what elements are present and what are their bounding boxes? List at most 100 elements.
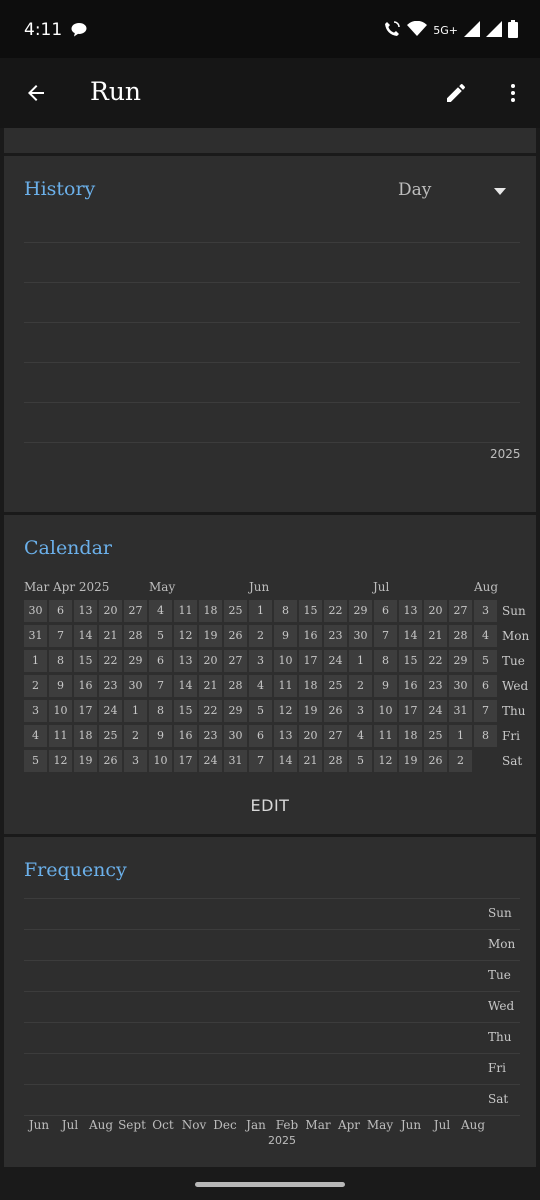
calendar-day-cell[interactable]: 4 bbox=[24, 725, 47, 747]
calendar-day-cell[interactable]: 29 bbox=[449, 650, 472, 672]
calendar-day-cell[interactable]: 17 bbox=[174, 750, 197, 772]
calendar-day-cell[interactable]: 8 bbox=[474, 725, 497, 747]
calendar-day-cell[interactable]: 2 bbox=[24, 675, 47, 697]
calendar-day-cell[interactable]: 20 bbox=[424, 600, 447, 622]
calendar-day-cell[interactable]: 21 bbox=[424, 625, 447, 647]
calendar-day-cell[interactable]: 26 bbox=[224, 625, 247, 647]
calendar-day-cell[interactable]: 9 bbox=[149, 725, 172, 747]
calendar-day-cell[interactable]: 31 bbox=[24, 625, 47, 647]
calendar-day-cell[interactable]: 2 bbox=[449, 750, 472, 772]
calendar-day-cell[interactable]: 1 bbox=[124, 700, 147, 722]
calendar-day-cell[interactable]: 4 bbox=[474, 625, 497, 647]
calendar-day-cell[interactable]: 26 bbox=[424, 750, 447, 772]
calendar-day-cell[interactable]: 9 bbox=[49, 675, 72, 697]
calendar-day-cell[interactable]: 27 bbox=[224, 650, 247, 672]
calendar-day-cell[interactable]: 5 bbox=[149, 625, 172, 647]
calendar-day-cell[interactable]: 21 bbox=[99, 625, 122, 647]
calendar-day-cell[interactable]: 1 bbox=[349, 650, 372, 672]
calendar-day-cell[interactable]: 15 bbox=[399, 650, 422, 672]
calendar-day-cell[interactable]: 19 bbox=[299, 700, 322, 722]
calendar-day-cell[interactable]: 17 bbox=[299, 650, 322, 672]
calendar-day-cell[interactable]: 28 bbox=[224, 675, 247, 697]
calendar-day-cell[interactable]: 9 bbox=[274, 625, 297, 647]
calendar-day-cell[interactable]: 11 bbox=[374, 725, 397, 747]
calendar-day-cell[interactable]: 13 bbox=[399, 600, 422, 622]
calendar-day-cell[interactable]: 14 bbox=[274, 750, 297, 772]
calendar-day-cell[interactable]: 23 bbox=[99, 675, 122, 697]
calendar-day-cell[interactable]: 15 bbox=[299, 600, 322, 622]
calendar-day-cell[interactable]: 4 bbox=[249, 675, 272, 697]
calendar-day-cell[interactable]: 3 bbox=[249, 650, 272, 672]
calendar-day-cell[interactable]: 6 bbox=[49, 600, 72, 622]
calendar-day-cell[interactable]: 3 bbox=[349, 700, 372, 722]
calendar-day-cell[interactable]: 2 bbox=[349, 675, 372, 697]
calendar-day-cell[interactable]: 7 bbox=[249, 750, 272, 772]
calendar-day-cell[interactable]: 23 bbox=[424, 675, 447, 697]
calendar-edit-button[interactable]: EDIT bbox=[4, 796, 536, 815]
calendar-day-cell[interactable]: 11 bbox=[174, 600, 197, 622]
calendar-day-cell[interactable]: 20 bbox=[199, 650, 222, 672]
calendar-day-cell[interactable]: 3 bbox=[474, 600, 497, 622]
calendar-day-cell[interactable]: 14 bbox=[399, 625, 422, 647]
calendar-day-cell[interactable]: 30 bbox=[349, 625, 372, 647]
calendar-day-cell[interactable]: 5 bbox=[24, 750, 47, 772]
calendar-day-cell[interactable]: 23 bbox=[324, 625, 347, 647]
calendar-day-cell[interactable]: 2 bbox=[249, 625, 272, 647]
calendar-day-cell[interactable]: 25 bbox=[324, 675, 347, 697]
calendar-day-cell[interactable]: 22 bbox=[99, 650, 122, 672]
calendar-day-cell[interactable]: 11 bbox=[49, 725, 72, 747]
period-dropdown[interactable]: Day bbox=[398, 178, 518, 204]
calendar-day-cell[interactable]: 27 bbox=[124, 600, 147, 622]
calendar-day-cell[interactable]: 30 bbox=[24, 600, 47, 622]
calendar-day-cell[interactable]: 8 bbox=[274, 600, 297, 622]
calendar-day-cell[interactable]: 13 bbox=[274, 725, 297, 747]
calendar-day-cell[interactable]: 25 bbox=[99, 725, 122, 747]
calendar-day-cell[interactable]: 7 bbox=[149, 675, 172, 697]
calendar-day-cell[interactable]: 11 bbox=[274, 675, 297, 697]
calendar-day-cell[interactable]: 31 bbox=[449, 700, 472, 722]
calendar-day-cell[interactable]: 8 bbox=[149, 700, 172, 722]
calendar-day-cell[interactable]: 30 bbox=[449, 675, 472, 697]
calendar-day-cell[interactable]: 12 bbox=[49, 750, 72, 772]
calendar-day-cell[interactable]: 26 bbox=[324, 700, 347, 722]
calendar-day-cell[interactable]: 29 bbox=[124, 650, 147, 672]
more-options-button[interactable] bbox=[495, 75, 531, 111]
calendar-day-cell[interactable]: 28 bbox=[124, 625, 147, 647]
calendar-day-cell[interactable]: 18 bbox=[74, 725, 97, 747]
calendar-day-cell[interactable]: 24 bbox=[199, 750, 222, 772]
calendar-day-cell[interactable]: 4 bbox=[149, 600, 172, 622]
calendar-day-cell[interactable]: 14 bbox=[74, 625, 97, 647]
calendar-day-cell[interactable]: 18 bbox=[199, 600, 222, 622]
calendar-day-cell[interactable]: 25 bbox=[224, 600, 247, 622]
calendar-day-cell[interactable]: 5 bbox=[349, 750, 372, 772]
calendar-day-cell[interactable]: 26 bbox=[99, 750, 122, 772]
calendar-day-cell[interactable]: 1 bbox=[24, 650, 47, 672]
calendar-day-cell[interactable]: 28 bbox=[449, 625, 472, 647]
calendar-day-cell[interactable]: 12 bbox=[374, 750, 397, 772]
calendar-day-cell[interactable]: 18 bbox=[399, 725, 422, 747]
calendar-day-cell[interactable]: 13 bbox=[74, 600, 97, 622]
calendar-day-cell[interactable]: 16 bbox=[399, 675, 422, 697]
calendar-day-cell[interactable]: 16 bbox=[299, 625, 322, 647]
calendar-day-cell[interactable]: 15 bbox=[174, 700, 197, 722]
calendar-day-cell[interactable]: 21 bbox=[199, 675, 222, 697]
calendar-day-cell[interactable]: 7 bbox=[49, 625, 72, 647]
back-button[interactable] bbox=[18, 75, 54, 111]
calendar-day-cell[interactable]: 22 bbox=[199, 700, 222, 722]
calendar-day-cell[interactable]: 3 bbox=[124, 750, 147, 772]
calendar-day-cell[interactable]: 24 bbox=[324, 650, 347, 672]
calendar-day-cell[interactable]: 10 bbox=[274, 650, 297, 672]
calendar-day-cell[interactable]: 12 bbox=[174, 625, 197, 647]
calendar-day-cell[interactable]: 29 bbox=[224, 700, 247, 722]
calendar-day-cell[interactable]: 29 bbox=[349, 600, 372, 622]
calendar-day-cell[interactable]: 16 bbox=[174, 725, 197, 747]
calendar-day-cell[interactable]: 20 bbox=[99, 600, 122, 622]
calendar-day-cell[interactable]: 19 bbox=[74, 750, 97, 772]
calendar-day-cell[interactable]: 4 bbox=[349, 725, 372, 747]
calendar-day-cell[interactable]: 16 bbox=[74, 675, 97, 697]
calendar-day-cell[interactable]: 25 bbox=[424, 725, 447, 747]
calendar-day-cell[interactable]: 6 bbox=[474, 675, 497, 697]
calendar-day-cell[interactable]: 2 bbox=[124, 725, 147, 747]
calendar-day-cell[interactable]: 27 bbox=[449, 600, 472, 622]
calendar-day-cell[interactable]: 30 bbox=[224, 725, 247, 747]
